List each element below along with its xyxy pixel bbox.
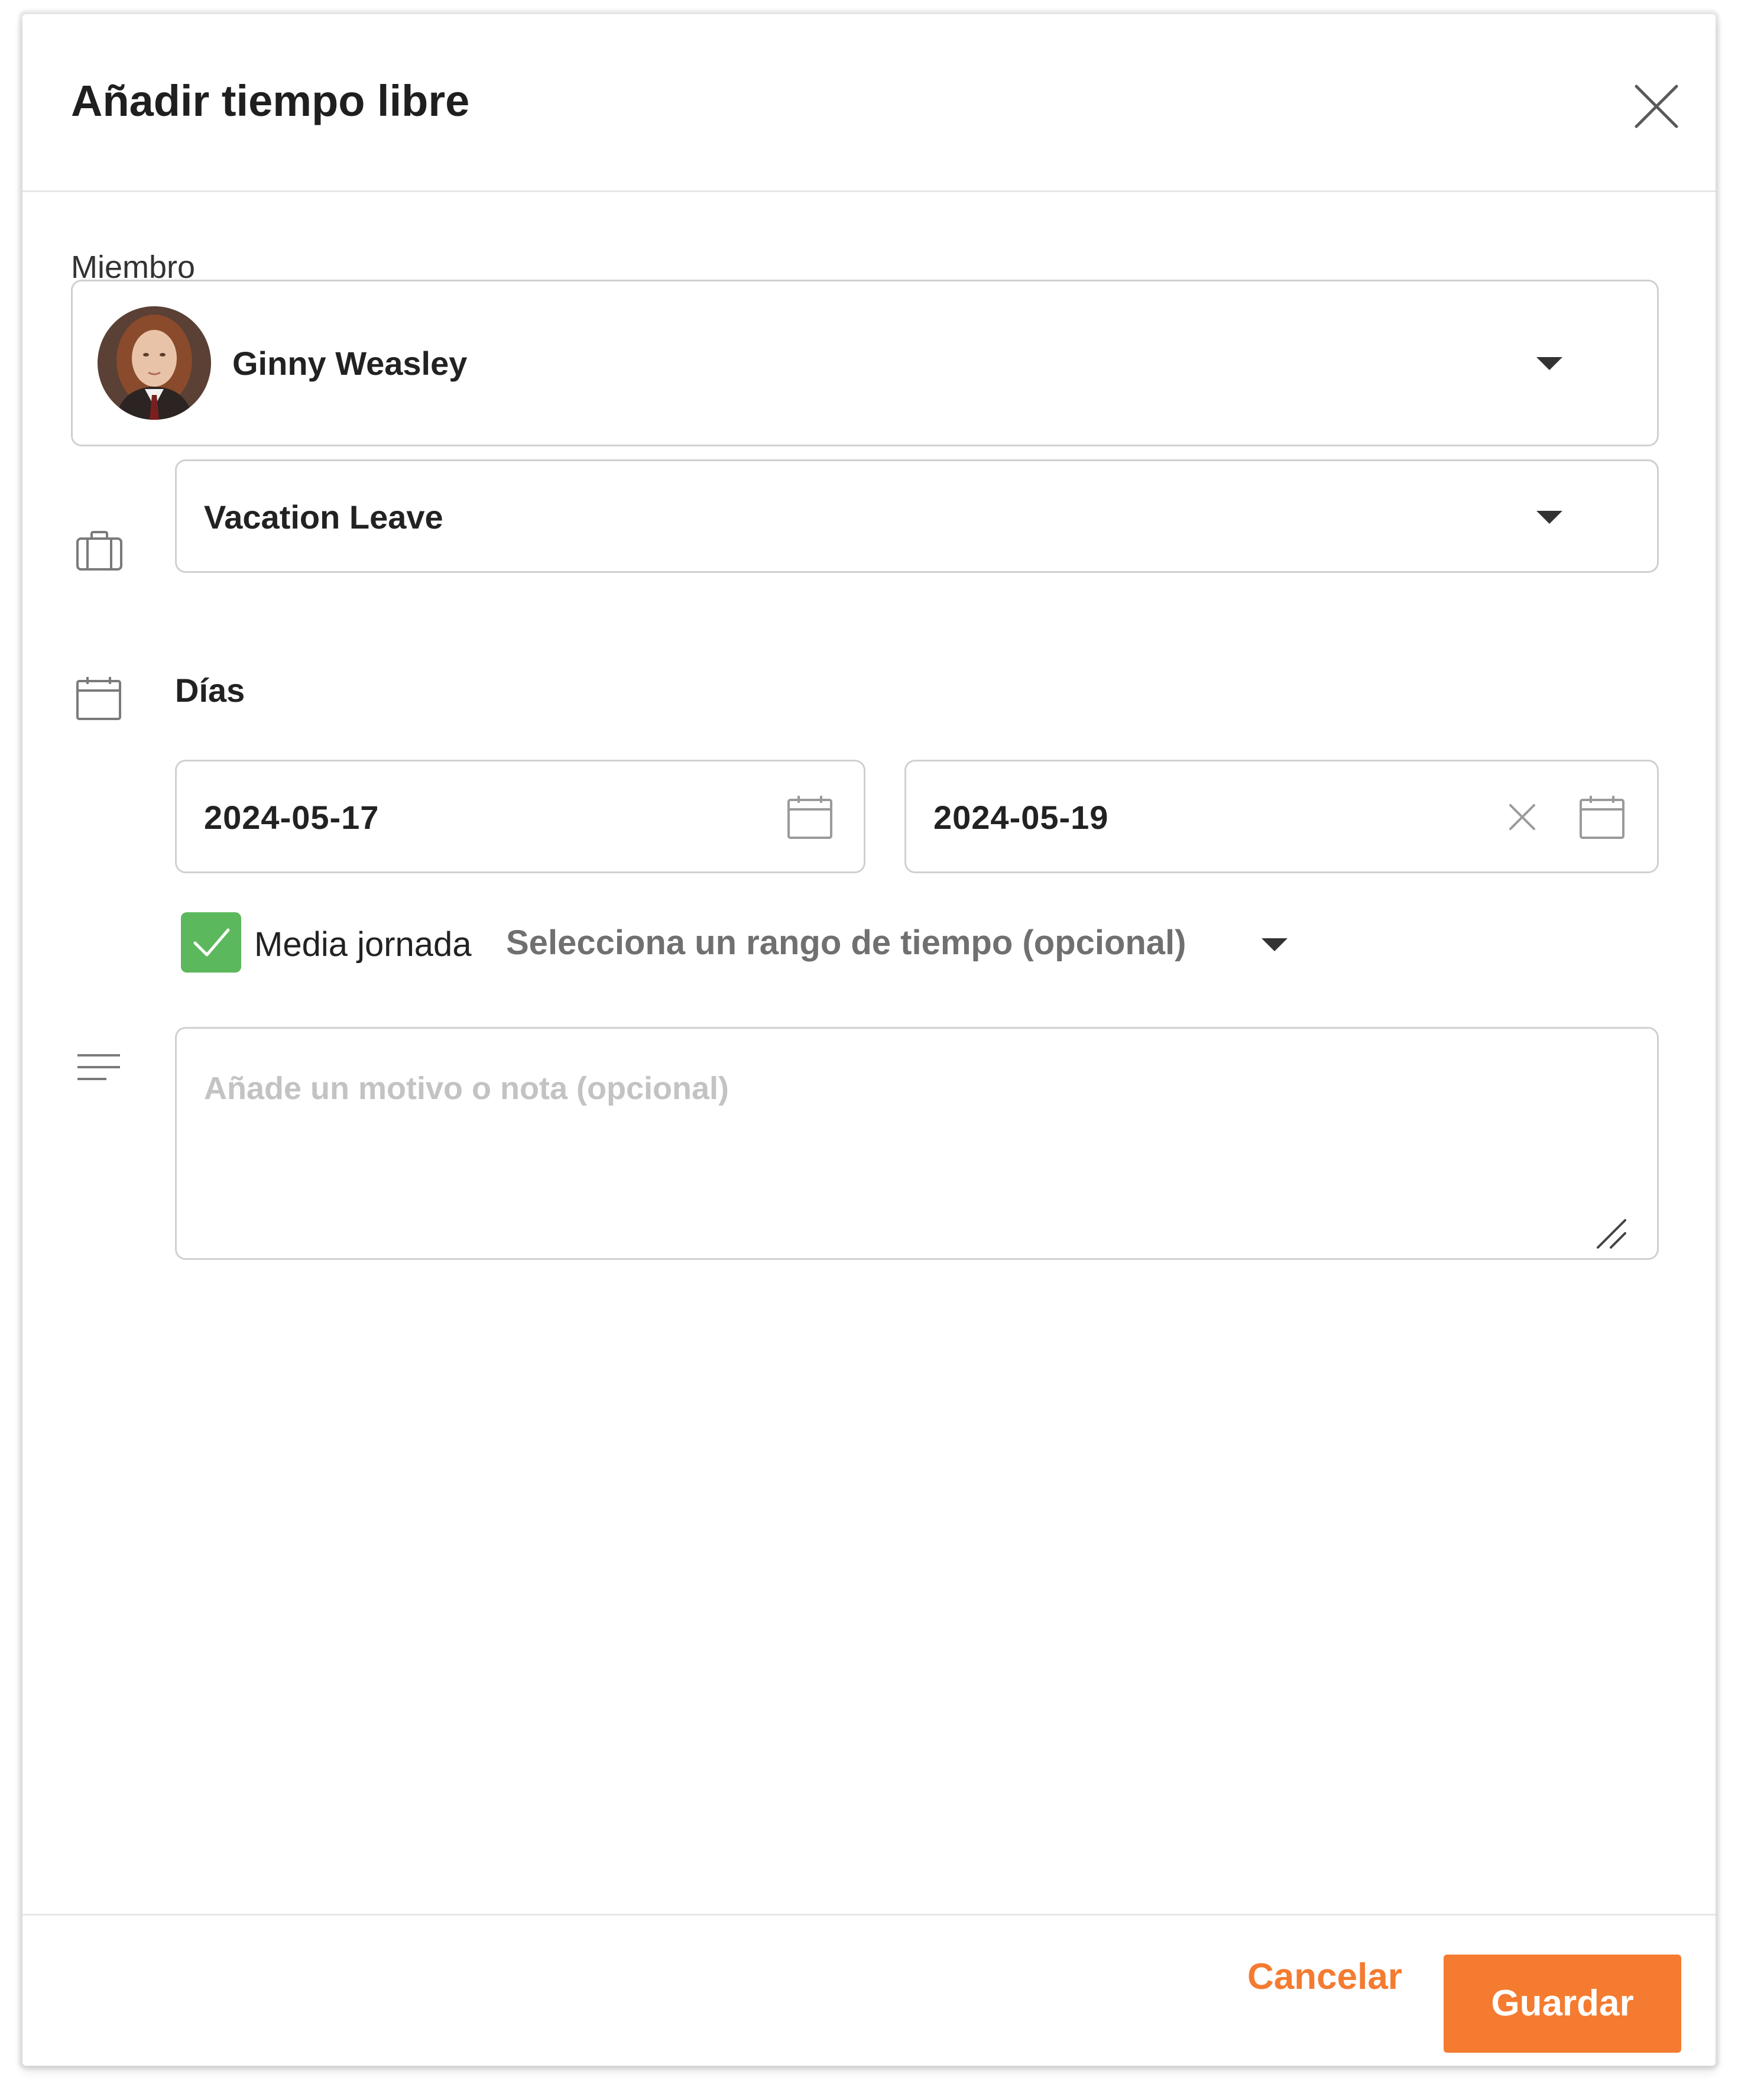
close-icon <box>1635 85 1678 128</box>
text-lines-icon <box>77 1054 120 1080</box>
add-time-off-dialog: Añadir tiempo libre Miembro Ginny Weasle… <box>22 14 1716 2066</box>
cancel-button[interactable]: Cancelar <box>1247 1956 1402 2003</box>
save-button[interactable]: Guardar <box>1444 1955 1681 2053</box>
briefcase-icon <box>76 531 122 571</box>
notes-textarea[interactable]: Añade un motivo o nota (opcional) <box>175 1027 1659 1260</box>
time-range-placeholder: Selecciona un rango de tiempo (opcional) <box>506 923 1186 962</box>
dialog-body: Miembro Ginny Weasley Vacation Leave Día… <box>22 192 1716 1916</box>
dialog-title: Añadir tiempo libre <box>71 76 470 125</box>
checkmark-icon <box>193 928 230 957</box>
dialog-header: Añadir tiempo libre <box>22 14 1716 192</box>
dialog-footer: Cancelar Guardar <box>22 1914 1716 2066</box>
calendar-icon[interactable] <box>1579 795 1625 840</box>
avatar <box>98 306 211 420</box>
chevron-down-icon <box>1262 938 1288 951</box>
notes-placeholder: Añade un motivo o nota (opcional) <box>204 1071 729 1106</box>
half-day-checkbox[interactable] <box>181 912 241 973</box>
chevron-down-icon <box>1536 511 1562 524</box>
time-range-select[interactable]: Selecciona un rango de tiempo (opcional) <box>506 923 1322 970</box>
close-button[interactable] <box>1626 76 1687 137</box>
start-date-value: 2024-05-17 <box>204 799 380 836</box>
member-select[interactable]: Ginny Weasley <box>71 280 1659 446</box>
calendar-icon[interactable] <box>787 795 833 840</box>
close-icon[interactable] <box>1506 801 1539 834</box>
member-name: Ginny Weasley <box>232 345 468 382</box>
half-day-label[interactable]: Media jornada <box>254 925 472 964</box>
leave-type-select[interactable]: Vacation Leave <box>175 459 1659 573</box>
chevron-down-icon <box>1536 357 1562 370</box>
start-date-input[interactable]: 2024-05-17 <box>175 760 865 873</box>
calendar-icon <box>76 677 121 720</box>
end-date-input[interactable]: 2024-05-19 <box>904 760 1659 873</box>
leave-type-value: Vacation Leave <box>204 498 443 536</box>
resize-handle-icon[interactable] <box>1594 1217 1629 1251</box>
end-date-value: 2024-05-19 <box>933 799 1109 836</box>
days-label: Días <box>175 672 245 709</box>
